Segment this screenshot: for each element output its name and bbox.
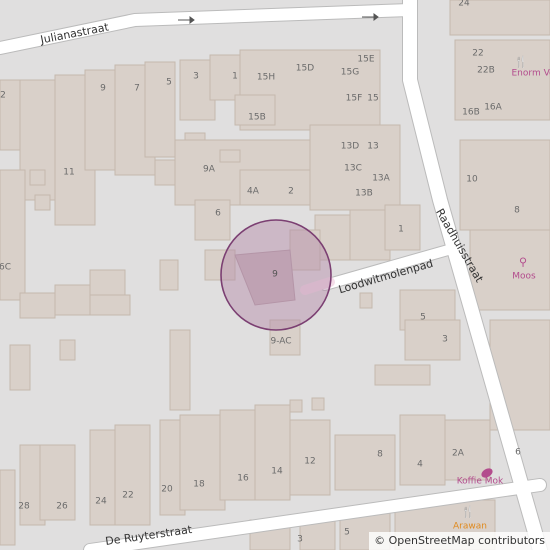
poi-label-enorm: Enorm Veens <box>511 68 550 79</box>
house-number: 24 <box>95 496 107 507</box>
house-number: 6 <box>215 208 221 219</box>
house-number: 15B <box>248 112 266 123</box>
house-number: 2 <box>0 90 6 101</box>
house-number: 15G <box>340 67 360 78</box>
house-number: 15E <box>357 54 375 65</box>
house-number: 7 <box>134 83 140 94</box>
house-number: 11 <box>63 167 75 178</box>
house-number: 8 <box>377 449 383 460</box>
bicycle-icon[interactable]: ⚲ <box>519 257 527 268</box>
house-number: 26 <box>56 501 68 512</box>
house-number: 9A <box>203 164 215 175</box>
house-number: 13C <box>344 163 362 174</box>
house-number: 4A <box>247 186 259 197</box>
house-number: 22 <box>122 490 134 501</box>
house-number: 16B <box>462 107 480 118</box>
poi-label-arawan: Arawan <box>453 521 487 532</box>
house-number: 13D <box>340 141 360 152</box>
attribution[interactable]: © OpenStreetMap contributors <box>369 532 550 550</box>
house-number: 15D <box>295 63 315 74</box>
house-number: 1 <box>398 224 404 235</box>
house-number: 1 <box>232 71 238 82</box>
house-number: 14 <box>271 466 283 477</box>
house-number: 2 <box>288 186 294 197</box>
poi-label-koffie: Koffie Mok <box>456 476 504 487</box>
house-number: 10 <box>466 174 478 185</box>
house-number: 5 <box>166 77 172 88</box>
house-number: 15F <box>345 93 363 104</box>
house-number: 3 <box>442 334 448 345</box>
house-number: 24 <box>458 0 470 9</box>
house-number: 22B <box>477 65 495 76</box>
copyright-symbol: © <box>374 534 386 547</box>
house-number: 13 <box>367 141 379 152</box>
poi-label-moos: Moos <box>512 271 536 282</box>
house-number: 13A <box>372 173 390 184</box>
house-number: 9-AC <box>270 336 292 347</box>
house-number: 5 <box>420 312 426 323</box>
fastfood-icon[interactable]: 🍴 <box>461 507 475 518</box>
house-number: 16A <box>484 102 502 113</box>
house-number: 18 <box>193 479 205 490</box>
house-number: 3 <box>193 71 199 82</box>
house-number: 22 <box>472 48 484 59</box>
house-number: 15H <box>256 72 276 83</box>
house-number: 2A <box>452 448 464 459</box>
house-number: 13B <box>355 188 373 199</box>
house-number: 12 <box>304 456 316 467</box>
house-number: 5 <box>344 527 350 538</box>
house-number: 3 <box>297 534 303 545</box>
restaurant-icon[interactable]: 🍴 <box>514 57 528 68</box>
house-number: 6C <box>0 262 12 273</box>
house-number: 6 <box>515 447 521 458</box>
house-number: 15 <box>367 93 379 104</box>
house-number: 20 <box>161 484 173 495</box>
house-number: 9 <box>100 83 106 94</box>
marker-number: 9 <box>272 269 278 280</box>
attribution-text: OpenStreetMap contributors <box>388 534 545 547</box>
house-number: 16 <box>237 473 249 484</box>
house-number: 8 <box>514 205 520 216</box>
house-number: 4 <box>417 459 423 470</box>
map-canvas[interactable]: Julianastraat Raadhuisstraat Loodwitmole… <box>0 0 550 550</box>
house-number: 28 <box>18 501 30 512</box>
